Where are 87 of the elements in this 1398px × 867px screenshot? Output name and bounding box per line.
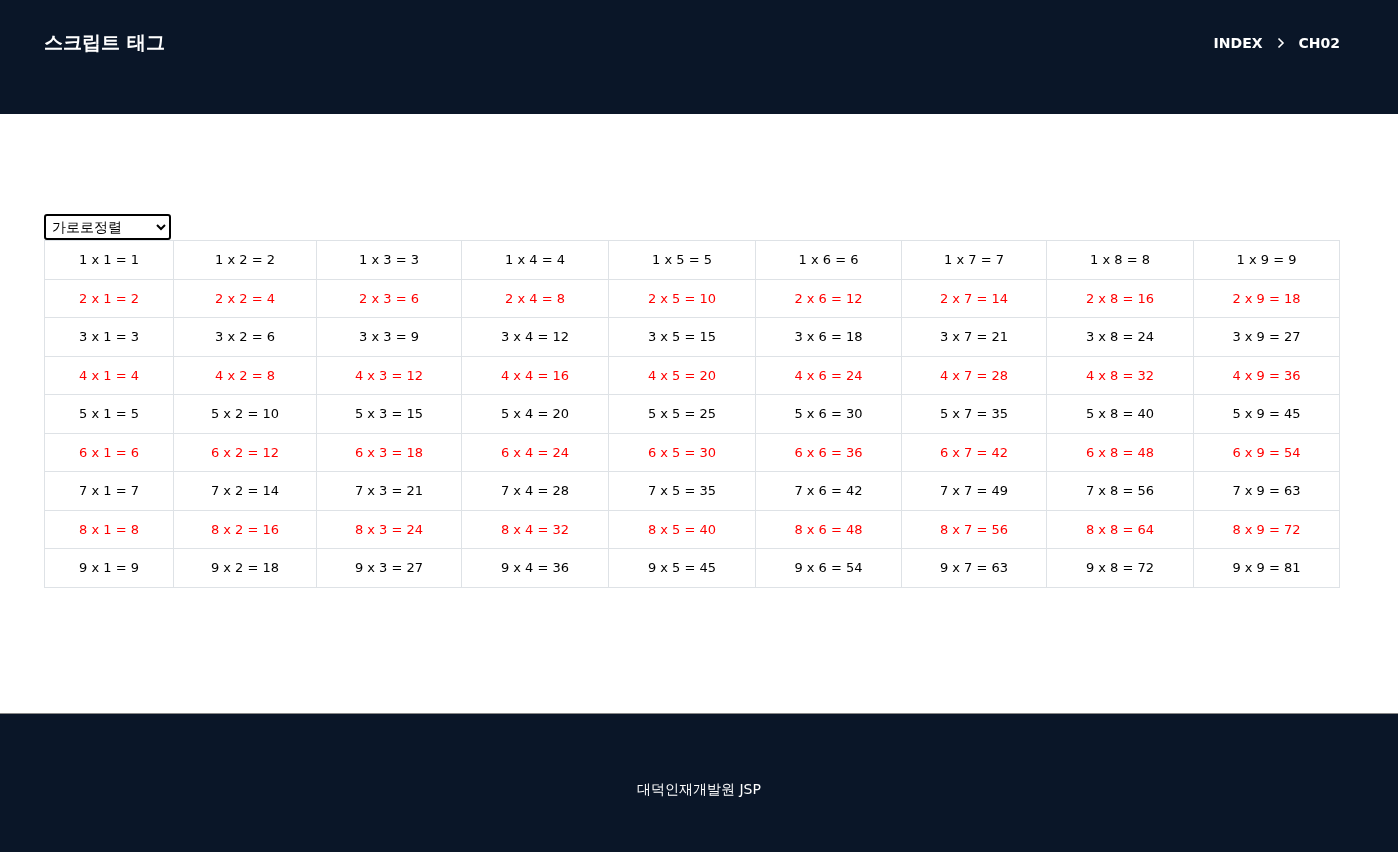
table-cell: 4 x 3 = 12 <box>316 356 462 395</box>
table-cell: 4 x 2 = 8 <box>173 356 317 395</box>
table-cell: 6 x 7 = 42 <box>901 433 1047 472</box>
table-cell: 4 x 5 = 20 <box>608 356 756 395</box>
table-cell: 3 x 6 = 18 <box>755 317 902 356</box>
table-cell: 1 x 4 = 4 <box>461 240 609 279</box>
table-cell: 6 x 5 = 30 <box>608 433 756 472</box>
table-cell: 8 x 1 = 8 <box>44 510 174 549</box>
table-cell: 3 x 9 = 27 <box>1193 317 1340 356</box>
table-cell: 7 x 1 = 7 <box>44 471 174 510</box>
table-cell: 7 x 9 = 63 <box>1193 471 1340 510</box>
table-cell: 8 x 3 = 24 <box>316 510 462 549</box>
table-cell: 4 x 8 = 32 <box>1046 356 1194 395</box>
table-cell: 8 x 9 = 72 <box>1193 510 1340 549</box>
table-cell: 9 x 3 = 27 <box>316 548 462 587</box>
table-cell: 1 x 1 = 1 <box>44 240 174 279</box>
table-cell: 5 x 6 = 30 <box>755 394 902 433</box>
table-cell: 7 x 5 = 35 <box>608 471 756 510</box>
table-cell: 3 x 1 = 3 <box>44 317 174 356</box>
table-cell: 7 x 8 = 56 <box>1046 471 1194 510</box>
table-cell: 9 x 8 = 72 <box>1046 548 1194 587</box>
table-cell: 5 x 1 = 5 <box>44 394 174 433</box>
table-cell: 2 x 4 = 8 <box>461 279 609 318</box>
table-cell: 9 x 4 = 36 <box>461 548 609 587</box>
table-cell: 6 x 1 = 6 <box>44 433 174 472</box>
table-cell: 2 x 5 = 10 <box>608 279 756 318</box>
table-cell: 1 x 8 = 8 <box>1046 240 1194 279</box>
table-cell: 9 x 1 = 9 <box>44 548 174 587</box>
table-cell: 7 x 4 = 28 <box>461 471 609 510</box>
table-cell: 9 x 5 = 45 <box>608 548 756 587</box>
table-cell: 8 x 7 = 56 <box>901 510 1047 549</box>
table-cell: 1 x 6 = 6 <box>755 240 902 279</box>
table-cell: 5 x 3 = 15 <box>316 394 462 433</box>
footer-text: 대덕인재개발원 JSP <box>637 780 761 799</box>
table-cell: 2 x 7 = 14 <box>901 279 1047 318</box>
table-cell: 6 x 2 = 12 <box>173 433 317 472</box>
sort-select[interactable]: 가로로정렬 <box>44 214 171 240</box>
table-cell: 5 x 4 = 20 <box>461 394 609 433</box>
table-cell: 8 x 5 = 40 <box>608 510 756 549</box>
table-cell: 6 x 9 = 54 <box>1193 433 1340 472</box>
table-cell: 7 x 3 = 21 <box>316 471 462 510</box>
table-cell: 2 x 9 = 18 <box>1193 279 1340 318</box>
chevron-right-icon <box>1276 37 1285 49</box>
table-cell: 6 x 8 = 48 <box>1046 433 1194 472</box>
table-cell: 4 x 7 = 28 <box>901 356 1047 395</box>
table-cell: 5 x 2 = 10 <box>173 394 317 433</box>
table-cell: 9 x 9 = 81 <box>1193 548 1340 587</box>
table-cell: 8 x 2 = 16 <box>173 510 317 549</box>
breadcrumb-link[interactable]: INDEX <box>1213 35 1263 51</box>
table-cell: 4 x 9 = 36 <box>1193 356 1340 395</box>
breadcrumb-link[interactable]: CH02 <box>1298 35 1340 51</box>
table-cell: 1 x 9 = 9 <box>1193 240 1340 279</box>
table-cell: 5 x 5 = 25 <box>608 394 756 433</box>
table-cell: 5 x 9 = 45 <box>1193 394 1340 433</box>
table-cell: 7 x 2 = 14 <box>173 471 317 510</box>
table-cell: 1 x 5 = 5 <box>608 240 756 279</box>
table-cell: 1 x 3 = 3 <box>316 240 462 279</box>
table-cell: 3 x 4 = 12 <box>461 317 609 356</box>
table-cell: 3 x 8 = 24 <box>1046 317 1194 356</box>
table-cell: 4 x 4 = 16 <box>461 356 609 395</box>
table-cell: 4 x 6 = 24 <box>755 356 902 395</box>
table-cell: 3 x 7 = 21 <box>901 317 1047 356</box>
table-cell: 7 x 7 = 49 <box>901 471 1047 510</box>
table-cell: 9 x 2 = 18 <box>173 548 317 587</box>
table-cell: 2 x 3 = 6 <box>316 279 462 318</box>
table-cell: 9 x 6 = 54 <box>755 548 902 587</box>
table-cell: 8 x 6 = 48 <box>755 510 902 549</box>
table-cell: 3 x 2 = 6 <box>173 317 317 356</box>
table-cell: 7 x 6 = 42 <box>755 471 902 510</box>
table-cell: 5 x 7 = 35 <box>901 394 1047 433</box>
table-cell: 5 x 8 = 40 <box>1046 394 1194 433</box>
table-cell: 2 x 6 = 12 <box>755 279 902 318</box>
table-cell: 4 x 1 = 4 <box>44 356 174 395</box>
table-cell: 6 x 6 = 36 <box>755 433 902 472</box>
table-cell: 3 x 5 = 15 <box>608 317 756 356</box>
table-cell: 6 x 3 = 18 <box>316 433 462 472</box>
table-cell: 2 x 1 = 2 <box>44 279 174 318</box>
table-cell: 8 x 8 = 64 <box>1046 510 1194 549</box>
table-cell: 1 x 2 = 2 <box>173 240 317 279</box>
table-cell: 2 x 2 = 4 <box>173 279 317 318</box>
table-cell: 9 x 7 = 63 <box>901 548 1047 587</box>
table-cell: 3 x 3 = 9 <box>316 317 462 356</box>
table-cell: 6 x 4 = 24 <box>461 433 609 472</box>
table-cell: 2 x 8 = 16 <box>1046 279 1194 318</box>
table-cell: 1 x 7 = 7 <box>901 240 1047 279</box>
table-cell: 8 x 4 = 32 <box>461 510 609 549</box>
page-title: 스크립트 태그 <box>44 30 165 55</box>
